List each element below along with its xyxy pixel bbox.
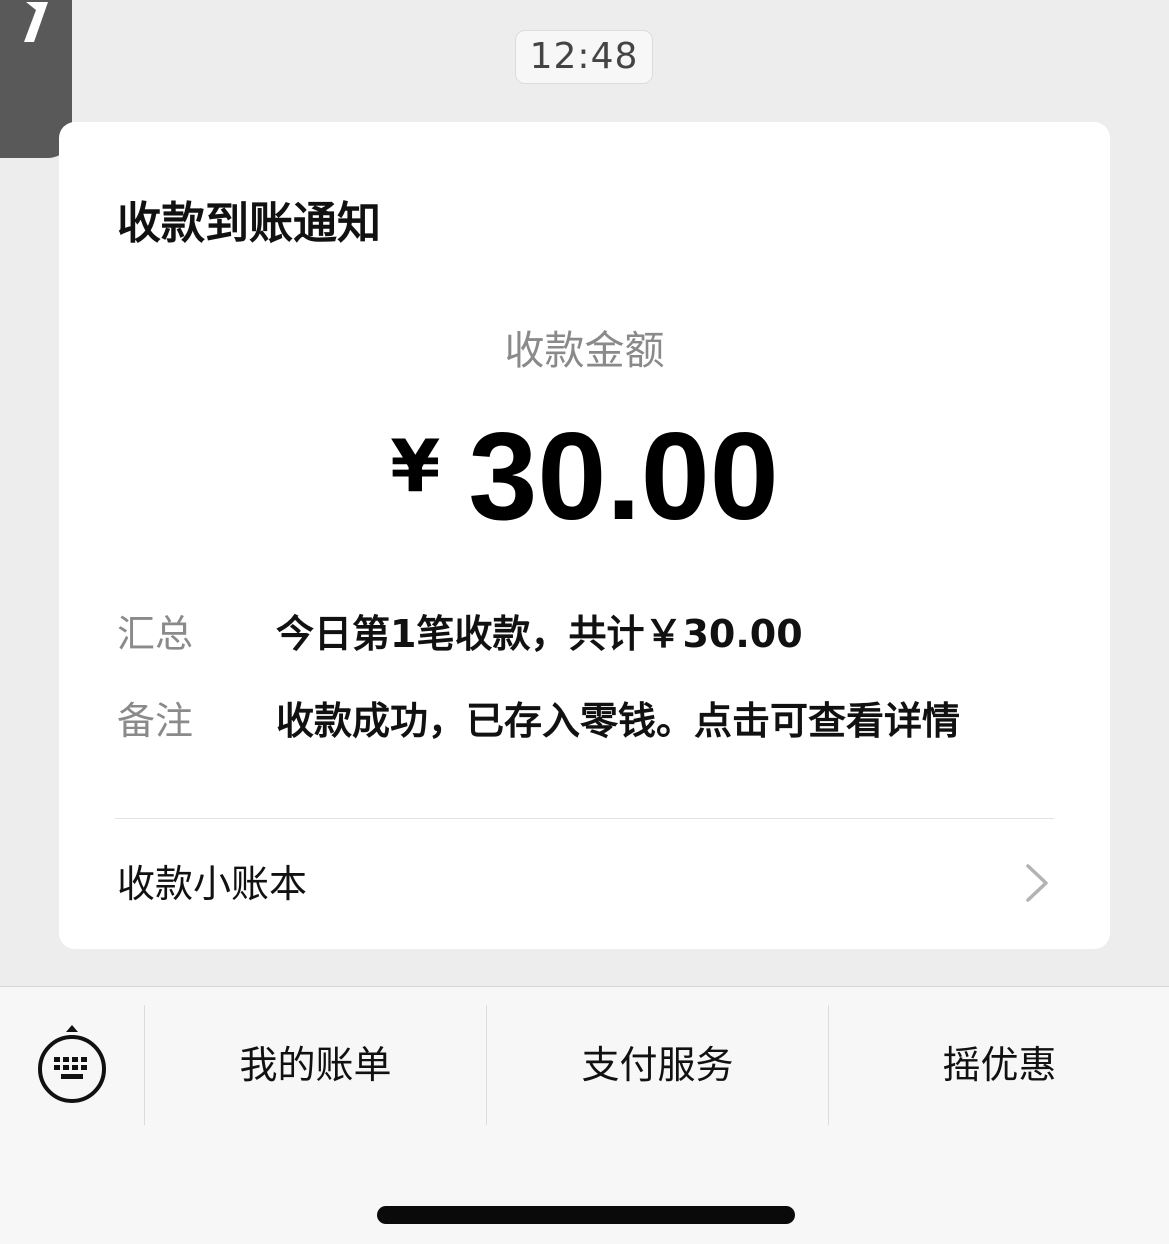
back-chevron-icon	[24, 2, 48, 42]
menu-item-shake-offers[interactable]: 摇优惠	[829, 1005, 1169, 1125]
ledger-link-label: 收款小账本	[117, 862, 308, 906]
amount-display: ¥30.00	[59, 412, 1110, 542]
timestamp-chip: 12:48	[515, 30, 653, 84]
summary-row: 汇总 今日第1笔收款，共计￥30.00	[117, 608, 1070, 660]
remark-value: 收款成功，已存入零钱。点击可查看详情	[276, 699, 961, 743]
keyboard-toggle-button[interactable]	[34, 1023, 110, 1107]
summary-key: 汇总	[117, 612, 194, 656]
card-title: 收款到账通知	[117, 198, 381, 249]
remark-key: 备注	[117, 699, 194, 743]
menu-item-payment-services[interactable]: 支付服务	[487, 1005, 828, 1125]
amount-label: 收款金额	[504, 328, 665, 374]
keyboard-icon	[38, 1025, 106, 1103]
home-indicator[interactable]	[377, 1206, 795, 1224]
ledger-link[interactable]: 收款小账本	[59, 819, 1110, 949]
summary-value: 今日第1笔收款，共计￥30.00	[276, 612, 803, 656]
chevron-right-icon	[1026, 864, 1048, 902]
remark-row: 备注 收款成功，已存入零钱。点击可查看详情	[117, 695, 1070, 747]
payment-received-card[interactable]: 收款到账通知 收款金额 ¥30.00 汇总 今日第1笔收款，共计￥30.00 备…	[59, 122, 1110, 949]
menu-item-my-bills[interactable]: 我的账单	[145, 1005, 486, 1125]
amount-value: 30.00	[468, 408, 779, 546]
currency-symbol: ¥	[390, 424, 441, 508]
